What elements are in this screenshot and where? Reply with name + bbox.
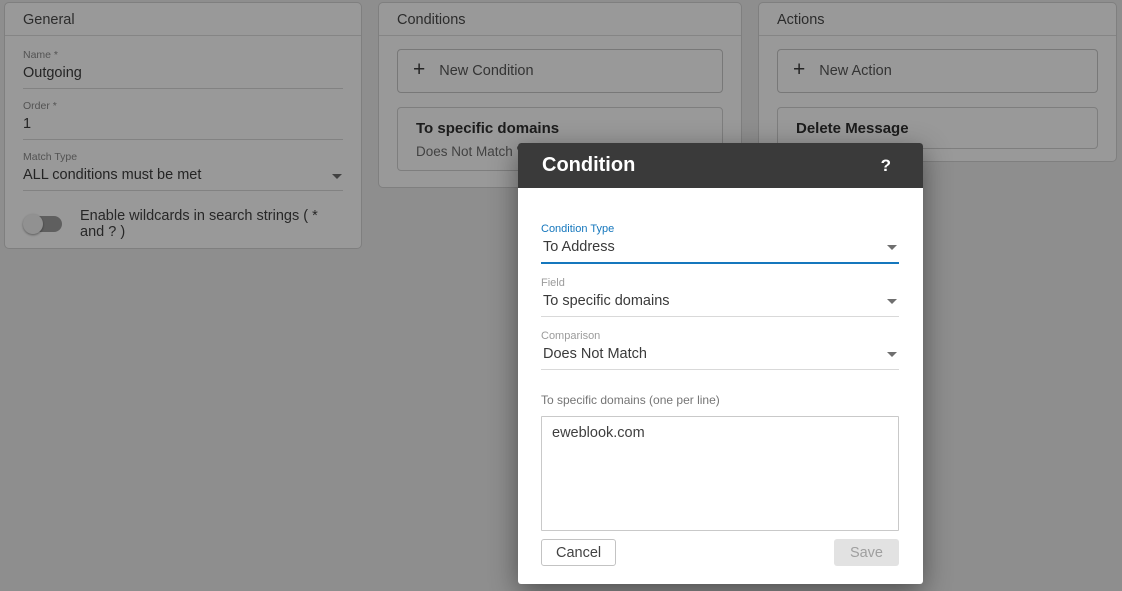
dialog-footer: Cancel Save: [541, 539, 899, 566]
domains-textarea-label: To specific domains (one per line): [541, 393, 899, 408]
chevron-down-icon: [887, 299, 897, 304]
chevron-down-icon: [887, 352, 897, 357]
condition-dialog-body: Condition Type To Address Field To speci…: [518, 188, 923, 584]
condition-dialog-header: Condition ?: [518, 143, 923, 188]
save-button[interactable]: Save: [834, 539, 899, 566]
chevron-down-icon: [887, 245, 897, 250]
comparison-select-label: Comparison: [541, 330, 899, 343]
condition-type-value: To Address: [541, 239, 899, 256]
domains-field-group: To specific domains (one per line) ewebl…: [541, 393, 899, 531]
comparison-select[interactable]: Comparison Does Not Match: [541, 330, 899, 370]
domains-textarea[interactable]: eweblook.com: [541, 416, 899, 531]
comparison-select-value: Does Not Match: [541, 346, 899, 363]
help-icon[interactable]: ?: [881, 156, 891, 176]
field-select-label: Field: [541, 277, 899, 290]
field-select-value: To specific domains: [541, 293, 899, 310]
dialog-title: Condition: [542, 154, 635, 177]
condition-type-label: Condition Type: [541, 223, 899, 236]
condition-dialog: Condition ? Condition Type To Address Fi…: [518, 143, 923, 584]
condition-type-select[interactable]: Condition Type To Address: [541, 223, 899, 264]
field-select[interactable]: Field To specific domains: [541, 277, 899, 317]
cancel-button[interactable]: Cancel: [541, 539, 616, 566]
rule-editor-page: General Name * Outgoing Order * 1 Match …: [0, 0, 1122, 591]
